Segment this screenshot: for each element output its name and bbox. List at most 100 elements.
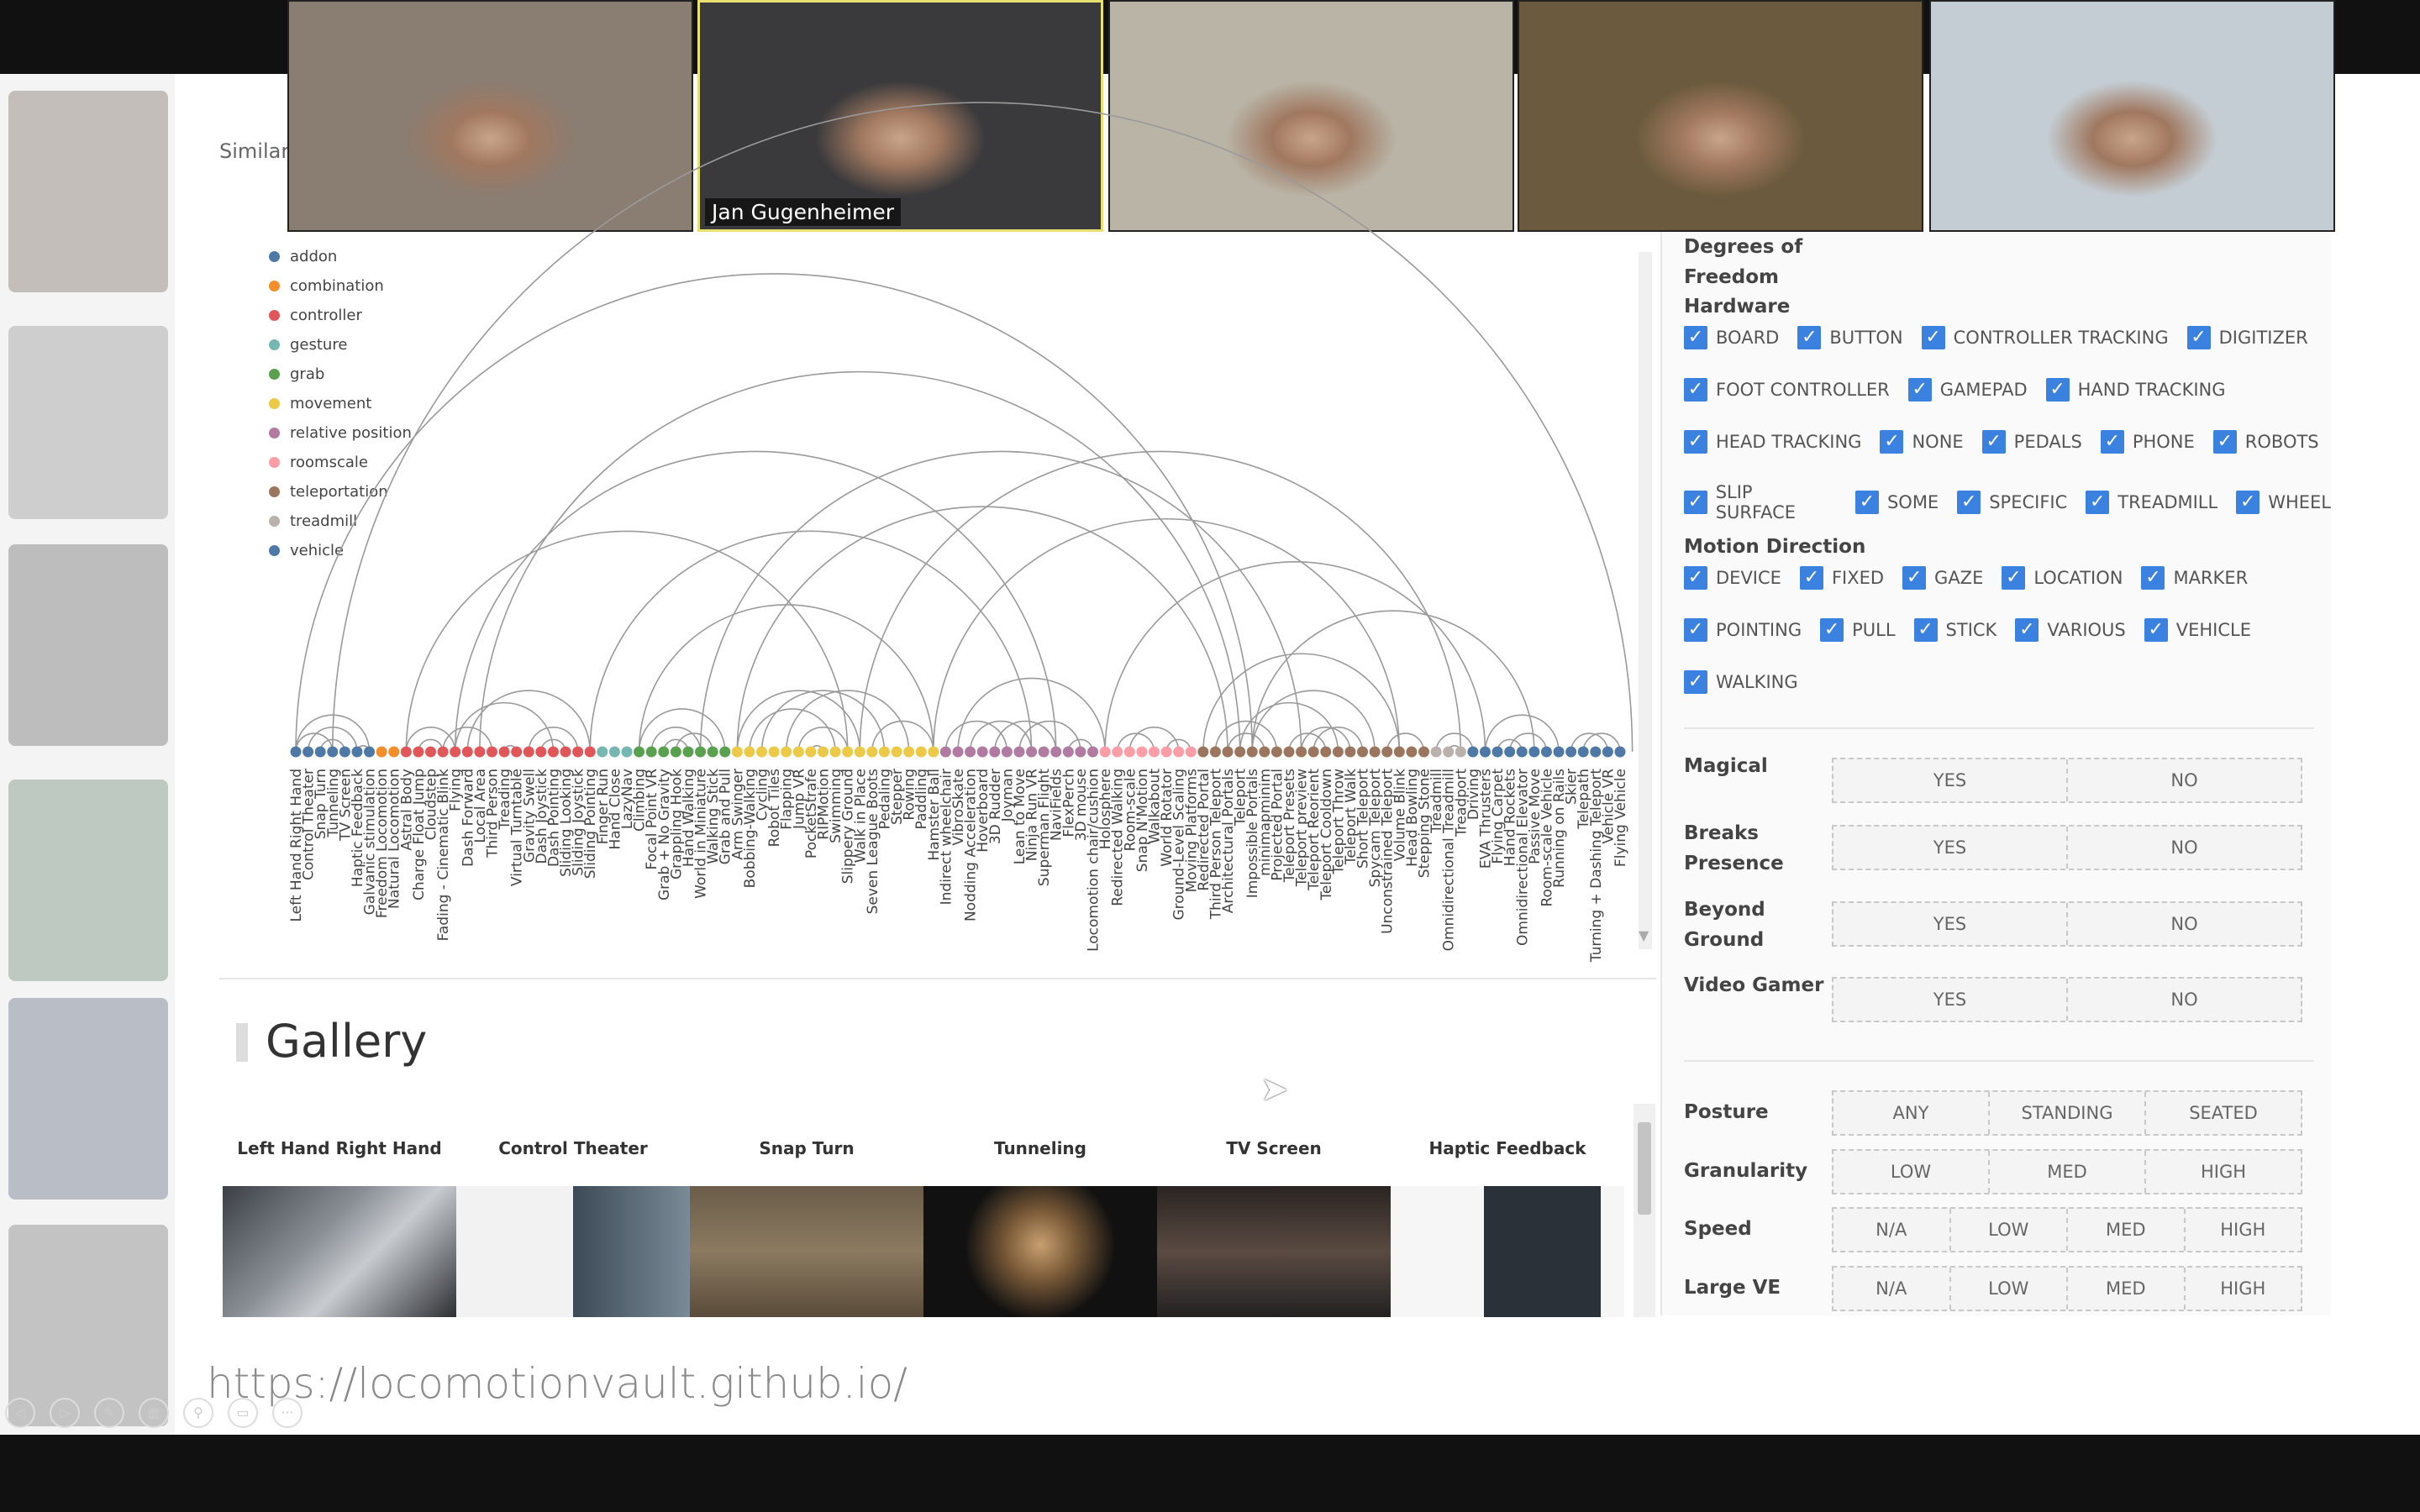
node[interactable]: [1087, 746, 1099, 758]
node[interactable]: [682, 746, 694, 758]
toggle-option[interactable]: LOW: [1833, 1151, 1990, 1193]
toggle-option[interactable]: NO: [2068, 827, 2301, 869]
node[interactable]: [1197, 746, 1209, 758]
checkbox-checked-icon[interactable]: ✓: [2212, 430, 2237, 454]
node[interactable]: [327, 746, 339, 758]
node[interactable]: [1099, 746, 1111, 758]
node[interactable]: [1296, 746, 1307, 758]
gallery-card[interactable]: Left Hand Right Hand: [223, 1110, 456, 1317]
toggle-option[interactable]: HIGH: [2186, 1209, 2302, 1251]
toggle-option[interactable]: LOW: [1951, 1209, 2068, 1251]
filter-checkbox[interactable]: ✓ BUTTON: [1797, 326, 1903, 349]
toggle-option[interactable]: YES: [1833, 979, 2068, 1021]
node[interactable]: [302, 746, 314, 758]
node[interactable]: [805, 746, 817, 758]
node[interactable]: [1467, 746, 1479, 758]
node[interactable]: [878, 746, 890, 758]
node[interactable]: [658, 746, 670, 758]
filter-checkbox[interactable]: ✓ WHEEL: [2236, 491, 2331, 514]
node[interactable]: [1491, 746, 1503, 758]
node[interactable]: [768, 746, 780, 758]
node[interactable]: [1050, 746, 1062, 758]
node[interactable]: [1123, 746, 1135, 758]
node[interactable]: [400, 746, 412, 758]
gallery-scroll-thumb[interactable]: [1638, 1122, 1651, 1215]
node[interactable]: [425, 746, 437, 758]
toggle-option[interactable]: MED: [2068, 1209, 2186, 1251]
node[interactable]: [645, 746, 657, 758]
node[interactable]: [1443, 746, 1455, 758]
filter-checkbox[interactable]: ✓ TREADMILL: [2086, 491, 2217, 514]
filter-checkbox[interactable]: ✓ HAND TRACKING: [2045, 378, 2226, 402]
node[interactable]: [1614, 746, 1626, 758]
gallery-card-image[interactable]: [1391, 1186, 1624, 1317]
gallery-card[interactable]: Tunneling: [923, 1110, 1157, 1317]
filter-checkbox[interactable]: ✓ BOARD: [1684, 326, 1779, 349]
gallery-card[interactable]: TV Screen: [1157, 1110, 1391, 1317]
slide-url[interactable]: https://locomotionvault.github.io/: [207, 1359, 908, 1408]
checkbox-checked-icon[interactable]: ✓: [1799, 566, 1823, 590]
node[interactable]: [290, 746, 302, 758]
node[interactable]: [1307, 746, 1319, 758]
node[interactable]: [450, 746, 461, 758]
node[interactable]: [744, 746, 755, 758]
node[interactable]: [1209, 746, 1221, 758]
checkbox-checked-icon[interactable]: ✓: [1981, 430, 2006, 454]
node[interactable]: [1259, 746, 1270, 758]
node[interactable]: [939, 746, 951, 758]
node[interactable]: [1075, 746, 1086, 758]
toggle-option[interactable]: HIGH: [2186, 1268, 2302, 1310]
node[interactable]: [854, 746, 865, 758]
node[interactable]: [1026, 746, 1038, 758]
checkbox-checked-icon[interactable]: ✓: [1957, 491, 1981, 514]
filter-checkbox[interactable]: ✓ CONTROLLER TRACKING: [1921, 326, 2169, 349]
node[interactable]: [547, 746, 559, 758]
gallery-card-image[interactable]: [923, 1186, 1157, 1317]
toggle-option[interactable]: MED: [1990, 1151, 2146, 1193]
checkbox-checked-icon[interactable]: ✓: [2086, 491, 2110, 514]
checkbox-checked-icon[interactable]: ✓: [1921, 326, 1945, 349]
checkbox-checked-icon[interactable]: ✓: [1684, 430, 1707, 454]
filter-checkbox[interactable]: ✓ VARIOUS: [2015, 618, 2126, 642]
filter-checkbox[interactable]: ✓ LOCATION: [2002, 566, 2123, 590]
node[interactable]: [1565, 746, 1577, 758]
participant-video[interactable]: [1929, 0, 2335, 232]
chart-scrollbar[interactable]: [1639, 252, 1652, 949]
gallery-card-image[interactable]: [456, 1186, 690, 1317]
node[interactable]: [1332, 746, 1344, 758]
node[interactable]: [1222, 746, 1234, 758]
filter-checkbox[interactable]: ✓ GAMEPAD: [1907, 378, 2028, 402]
checkbox-checked-icon[interactable]: ✓: [2141, 566, 2165, 590]
node[interactable]: [756, 746, 768, 758]
filter-checkbox[interactable]: ✓ PEDALS: [1981, 430, 2082, 454]
node[interactable]: [1418, 746, 1430, 758]
checkbox-checked-icon[interactable]: ✓: [1797, 326, 1822, 349]
node[interactable]: [1577, 746, 1589, 758]
checkbox-checked-icon[interactable]: ✓: [1913, 618, 1938, 642]
node[interactable]: [1393, 746, 1405, 758]
toggle-option[interactable]: ANY: [1833, 1092, 1990, 1134]
node[interactable]: [621, 746, 633, 758]
node[interactable]: [1381, 746, 1393, 758]
node[interactable]: [1136, 746, 1148, 758]
node[interactable]: [928, 746, 939, 758]
toggle-option[interactable]: LOW: [1951, 1268, 2068, 1310]
node[interactable]: [1455, 746, 1466, 758]
node[interactable]: [1344, 746, 1356, 758]
node[interactable]: [535, 746, 547, 758]
filter-checkbox[interactable]: ✓ SOME: [1854, 491, 1939, 514]
filter-checkbox[interactable]: ✓ WALKING: [1684, 670, 1798, 694]
node[interactable]: [1430, 746, 1442, 758]
gallery-card-image[interactable]: [690, 1186, 923, 1317]
node[interactable]: [486, 746, 497, 758]
checkbox-checked-icon[interactable]: ✓: [2144, 618, 2168, 642]
checkbox-checked-icon[interactable]: ✓: [2236, 491, 2260, 514]
toggle-option[interactable]: YES: [1833, 903, 2068, 945]
toggle-option[interactable]: N/A: [1833, 1209, 1951, 1251]
checkbox-checked-icon[interactable]: ✓: [1684, 670, 1707, 694]
node[interactable]: [388, 746, 400, 758]
toggle-option[interactable]: NO: [2068, 903, 2301, 945]
checkbox-checked-icon[interactable]: ✓: [1684, 326, 1707, 349]
toggle-option[interactable]: N/A: [1833, 1268, 1951, 1310]
node[interactable]: [781, 746, 792, 758]
